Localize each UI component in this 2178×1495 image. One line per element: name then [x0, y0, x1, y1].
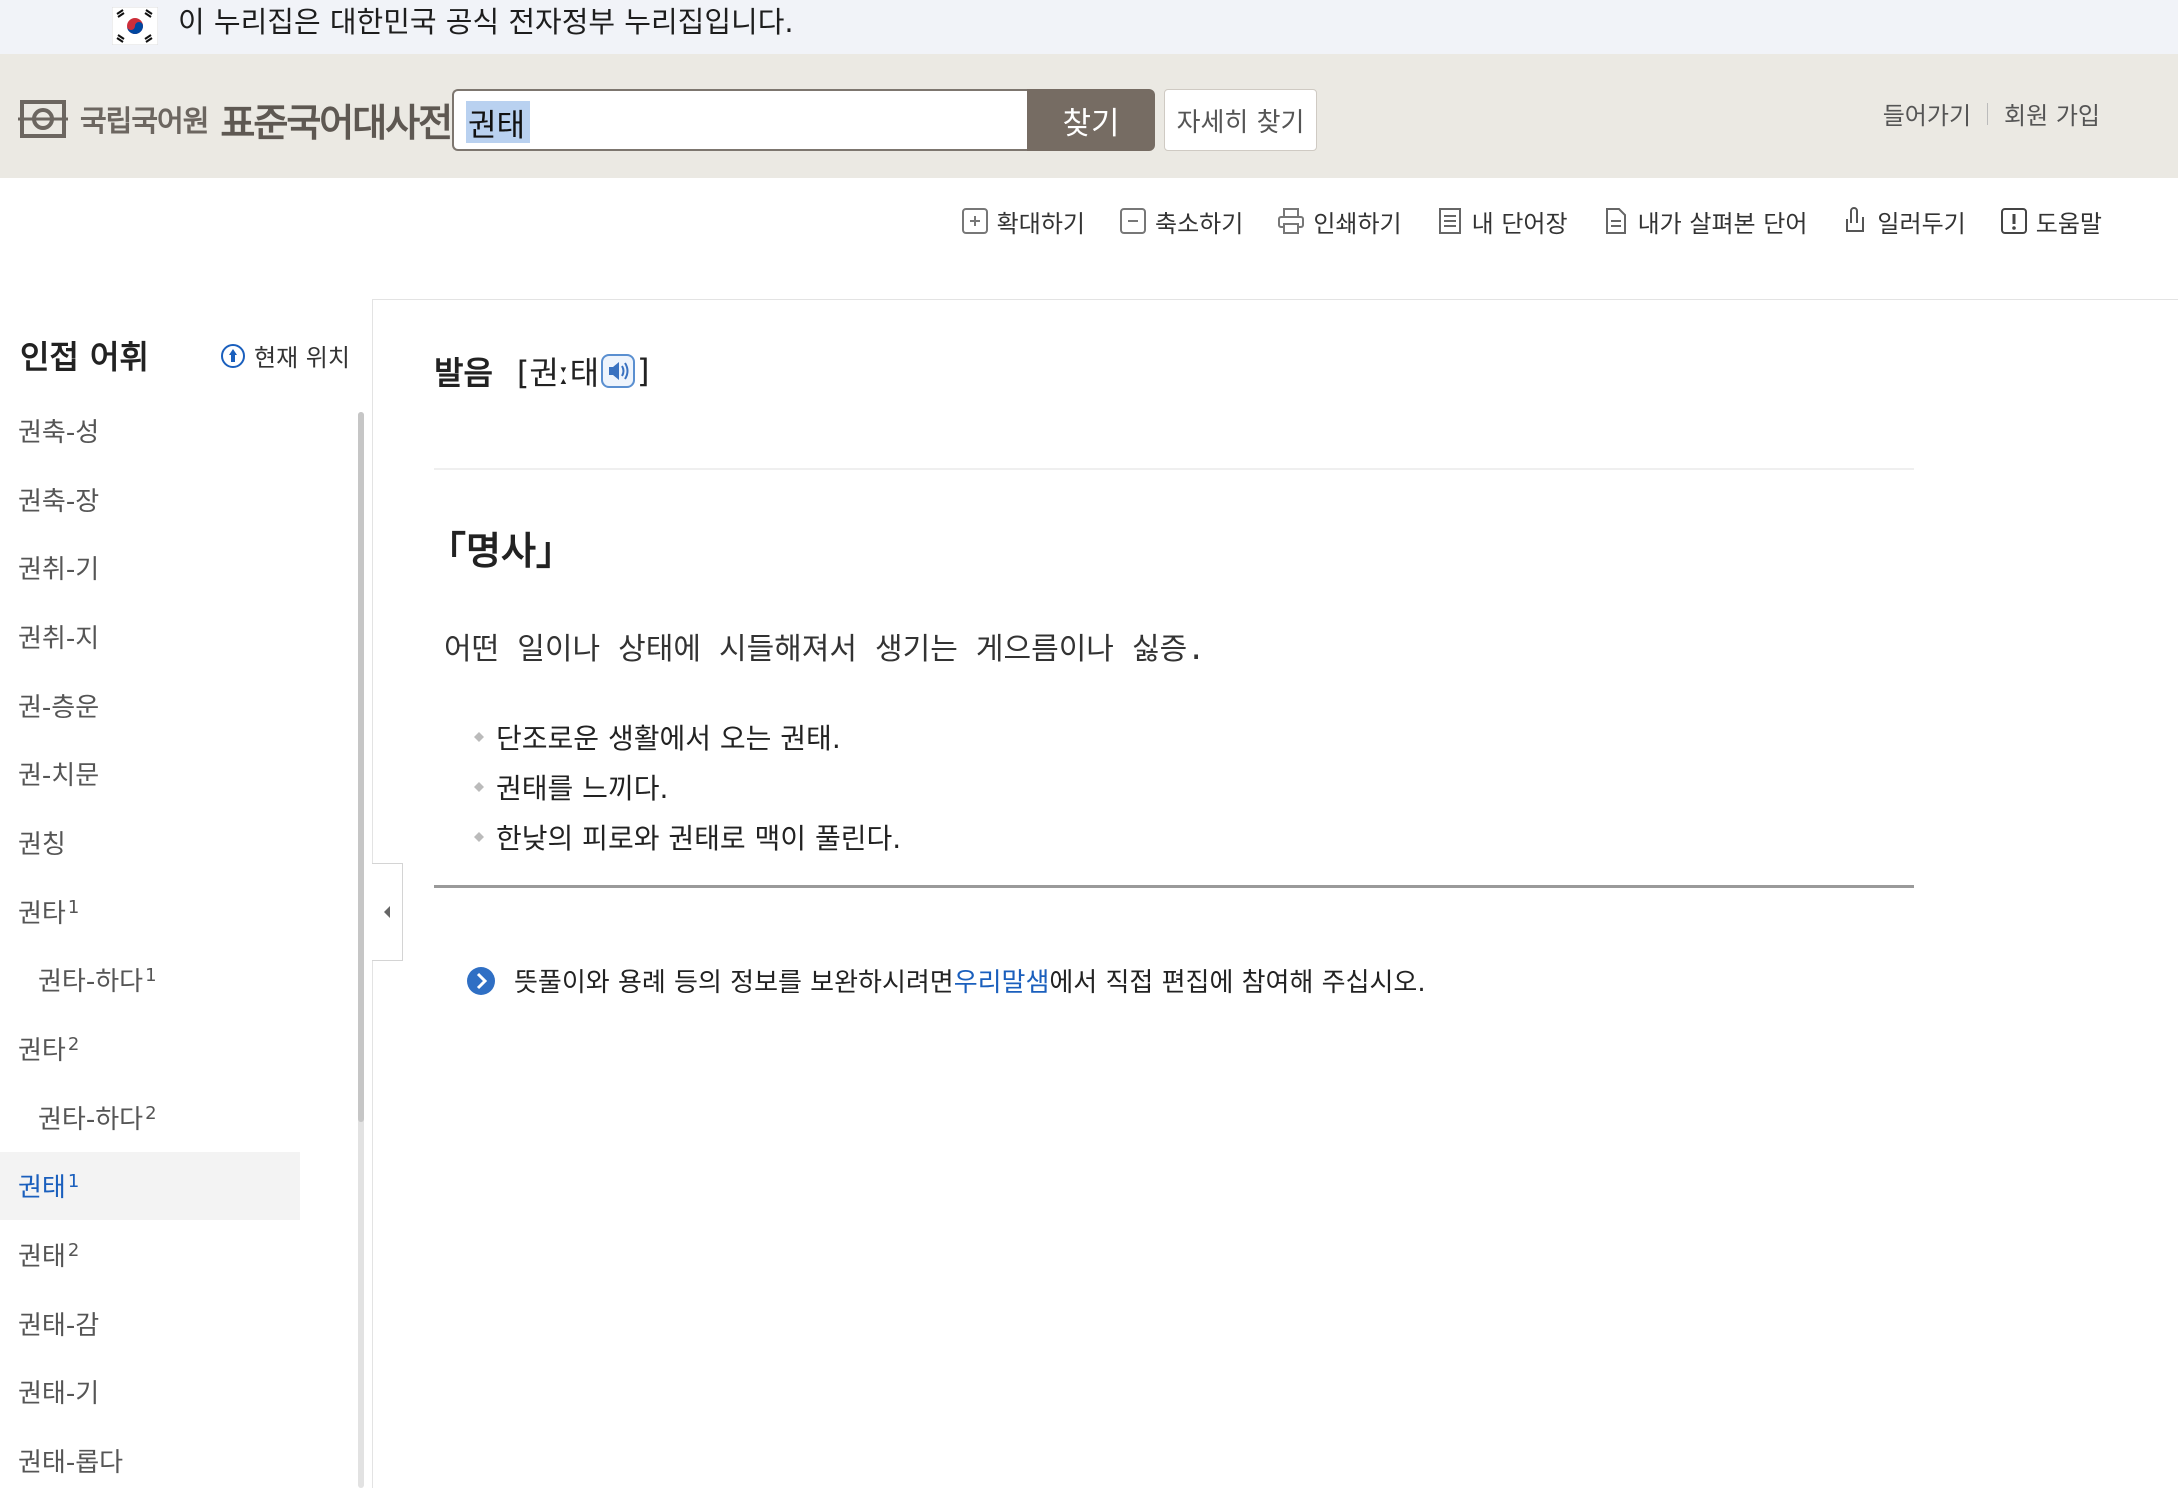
adjacent-word[interactable]: 권취-지 [0, 602, 330, 671]
printer-icon [1278, 208, 1305, 234]
pronunciation-close: ] [637, 352, 650, 390]
zoom-in-button[interactable]: 확대하기 [961, 204, 1085, 239]
zoom-out-icon [1119, 208, 1146, 234]
document-icon [1605, 208, 1626, 234]
notify-label: 일러두기 [1877, 209, 1966, 238]
signup-link[interactable]: 회원 가입 [2004, 96, 2100, 131]
search-input[interactable] [466, 99, 1010, 145]
gov-banner-text: 이 누리집은 대한민국 공식 전자정부 누리집입니다. [178, 5, 794, 39]
bullet-icon [474, 732, 484, 742]
logo-mark-icon [18, 100, 68, 138]
adjacent-word[interactable]: 권타 2 [0, 1014, 330, 1083]
speaker-icon[interactable] [601, 354, 636, 388]
viewed-words-button[interactable]: 내가 살펴본 단어 [1602, 204, 1808, 239]
adjacent-word-list: 권축-성 권축-장 권취-기 권취-지 권-층운 권-치문 권칭 권타 1 권타-… [0, 396, 330, 1495]
clip-icon [1846, 207, 1865, 232]
logo-org-text: 국립국어원 [80, 104, 209, 138]
adjacent-word[interactable]: 권타 1 [0, 877, 330, 946]
zoom-out-label: 축소하기 [1154, 209, 1244, 238]
adjacent-word-current[interactable]: 권태 1 [0, 1151, 300, 1221]
auth-links: 들어가기 회원 가입 [1883, 96, 2100, 131]
pronunciation-text: [권ː태 [516, 354, 600, 392]
content-top-divider [372, 299, 2178, 300]
zoom-in-icon [961, 208, 988, 234]
logo-title-text: 표준국어대사전 [220, 100, 453, 145]
pronunciation-label: 발음 [434, 354, 493, 392]
adjacent-word[interactable]: 권태-감 [0, 1289, 330, 1358]
definition-text: 어떤 일이나 상태에 시들해져서 생기는 게으름이나 싫증. [444, 632, 1206, 667]
location-icon [221, 343, 245, 368]
site-header: 국립국어원 표준국어대사전 찾기 자세히 찾기 들어가기 회원 가입 [0, 54, 2178, 178]
example-item: 권태를 느끼다. [472, 762, 901, 812]
help-button[interactable]: 도움말 [2000, 204, 2102, 239]
entry-bottom-divider [434, 885, 1914, 888]
sidebar-scrollbar-thumb[interactable] [358, 412, 364, 1122]
search-button[interactable]: 찾기 [1027, 89, 1155, 151]
adjacent-word[interactable]: 권축-성 [0, 396, 330, 465]
example-item: 단조로운 생활에서 오는 권태. [472, 712, 901, 762]
adjacent-word[interactable]: 권태-롭다 [0, 1426, 330, 1495]
notice-text-after: 에서 직접 편집에 참여해 주십시오. [1049, 968, 1426, 998]
adjacent-word[interactable]: 권취-기 [0, 533, 330, 602]
sidebar-title: 인접 어휘 [20, 338, 149, 376]
search-box [452, 89, 1027, 151]
wordbook-icon [1438, 208, 1461, 234]
bullet-icon [474, 832, 484, 842]
adjacent-word[interactable]: 권-층운 [0, 671, 330, 740]
adjacent-word-sub[interactable]: 권타-하다 2 [0, 1083, 330, 1152]
pronunciation-row: 발음 [권ː태 ] [434, 348, 650, 394]
adjacent-word[interactable]: 권칭 [0, 808, 330, 877]
part-of-speech: 「명사」 [428, 529, 574, 573]
my-words-label: 내 단어장 [1471, 209, 1568, 238]
edit-notice: 뜻풀이와 용례 등의 정보를 보완하시려면 우리말샘 에서 직접 편집에 참여해… [466, 962, 1426, 999]
viewed-words-label: 내가 살펴본 단어 [1637, 209, 1808, 238]
bullet-icon [474, 782, 484, 792]
help-label: 도움말 [2035, 209, 2102, 238]
site-logo[interactable]: 국립국어원 표준국어대사전 [18, 94, 453, 145]
example-list: 단조로운 생활에서 오는 권태. 권태를 느끼다. 한낮의 피로와 권태로 맥이… [472, 712, 901, 862]
caret-left-icon [384, 906, 390, 918]
current-location-button[interactable]: 현재 위치 [220, 338, 350, 373]
adjacent-word-sub[interactable]: 권타-하다 1 [0, 946, 330, 1015]
auth-divider [1987, 102, 1989, 125]
entry-divider [434, 468, 1914, 470]
gov-banner: 이 누리집은 대한민국 공식 전자정부 누리집입니다. [0, 0, 2178, 54]
adjacent-word[interactable]: 권태-기 [0, 1358, 330, 1427]
sidebar-collapse-button[interactable] [372, 863, 403, 961]
help-icon [2000, 208, 2027, 234]
urimalsaem-link[interactable]: 우리말샘 [954, 962, 1050, 999]
adjacent-word[interactable]: 권태 2 [0, 1220, 330, 1289]
adjacent-word[interactable]: 권축-장 [0, 465, 330, 534]
zoom-in-label: 확대하기 [996, 209, 1085, 238]
example-item: 한낮의 피로와 권태로 맥이 풀린다. [472, 812, 901, 862]
my-words-button[interactable]: 내 단어장 [1436, 204, 1568, 239]
adjacent-word[interactable]: 권-치문 [0, 739, 330, 808]
login-link[interactable]: 들어가기 [1883, 96, 1971, 131]
current-location-label: 현재 위치 [254, 344, 350, 372]
notify-button[interactable]: 일러두기 [1841, 204, 1966, 239]
korea-flag-icon [112, 7, 158, 45]
detail-search-button[interactable]: 자세히 찾기 [1164, 89, 1317, 151]
print-label: 인쇄하기 [1313, 209, 1402, 238]
zoom-out-button[interactable]: 축소하기 [1119, 204, 1243, 239]
chevron-right-circle-icon [467, 966, 495, 995]
notice-text-before: 뜻풀이와 용례 등의 정보를 보완하시려면 [514, 968, 954, 998]
print-button[interactable]: 인쇄하기 [1277, 204, 1402, 239]
page-toolbar: 확대하기 축소하기 인쇄하기 내 단어장 내가 살펴본 단어 일러두기 도움말 [927, 180, 2102, 262]
